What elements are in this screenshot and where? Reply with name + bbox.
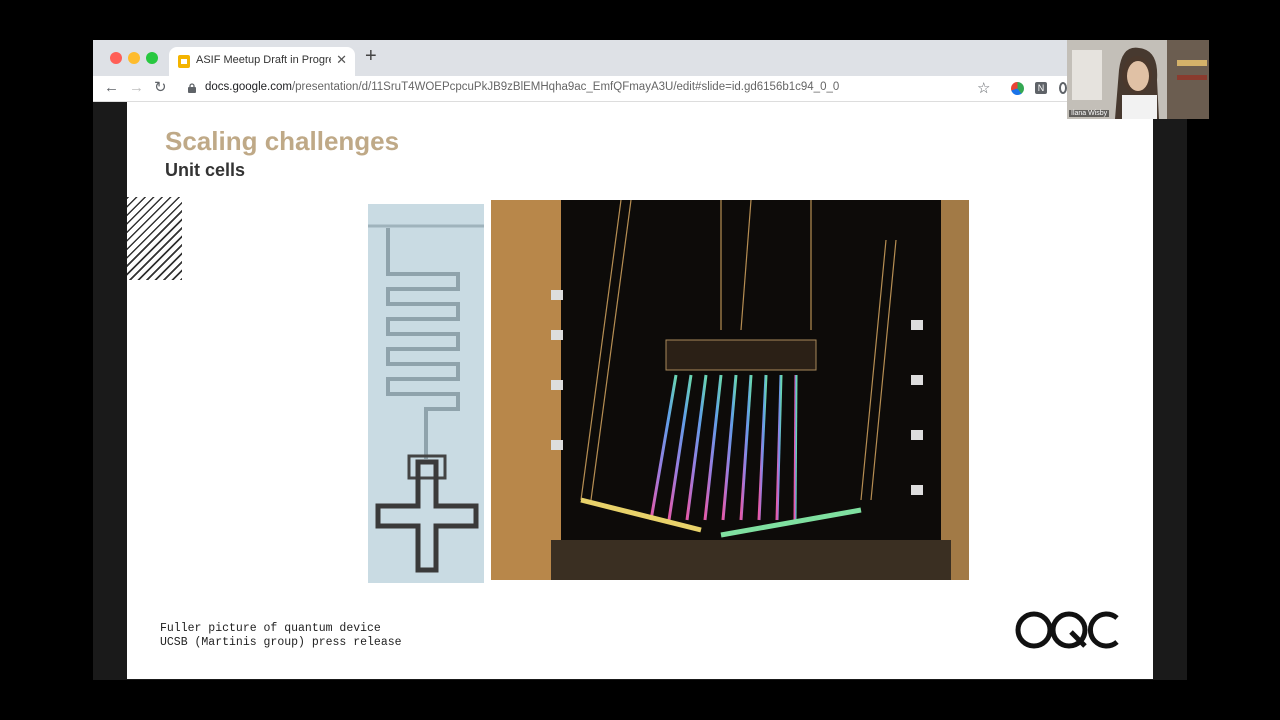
oqc-logo <box>1013 608 1125 652</box>
qubit-circuit-image <box>368 204 484 583</box>
url-domain: docs.google.com <box>205 81 292 93</box>
quantum-chip-photo <box>491 200 969 580</box>
slide: Scaling challenges Unit cells Fuller pic… <box>127 102 1153 679</box>
webcam-video-feed[interactable]: Ilana Wisby <box>1067 40 1209 119</box>
forward-arrow-icon[interactable]: → <box>129 79 144 97</box>
tab-strip: ASIF Meetup Draft in Progress ✕ + <box>93 40 1187 76</box>
slides-favicon-icon <box>178 55 190 68</box>
caption-line-2: UCSB (Martinis group) press release <box>160 636 402 649</box>
maximize-window-button[interactable] <box>146 52 158 64</box>
participant-name: Ilana Wisby <box>1069 110 1110 117</box>
new-tab-button[interactable]: + <box>365 46 377 66</box>
extension-circle-icon[interactable] <box>1059 82 1067 94</box>
browser-toolbar: ← → ↻ docs.google.com/presentation/d/11S… <box>93 76 1187 102</box>
caption-line-1: Fuller picture of quantum device <box>160 622 381 635</box>
lock-icon[interactable] <box>188 83 196 93</box>
slide-caption: Fuller picture of quantum device UCSB (M… <box>160 622 402 650</box>
close-window-button[interactable] <box>110 52 122 64</box>
slide-subtitle: Unit cells <box>165 160 246 180</box>
browser-tab[interactable]: ASIF Meetup Draft in Progress ✕ <box>169 47 355 76</box>
back-arrow-icon[interactable]: ← <box>104 79 119 97</box>
tab-title: ASIF Meetup Draft in Progress <box>196 54 331 66</box>
url-path: /presentation/d/11SruT4WOEPcpcuPkJB9zBlE… <box>291 81 840 93</box>
slide-title: Scaling challenges <box>165 126 400 156</box>
address-bar[interactable]: docs.google.com/presentation/d/11SruT4WO… <box>205 81 839 93</box>
reload-icon[interactable]: ↻ <box>154 79 167 97</box>
extension-grammarly-icon[interactable] <box>1011 82 1024 95</box>
extension-icon[interactable]: N <box>1035 82 1047 94</box>
tab-close-icon[interactable]: ✕ <box>336 52 347 68</box>
decorative-hatch-pattern <box>127 197 182 280</box>
bookmark-star-icon[interactable]: ☆ <box>977 79 990 97</box>
minimize-window-button[interactable] <box>128 52 140 64</box>
